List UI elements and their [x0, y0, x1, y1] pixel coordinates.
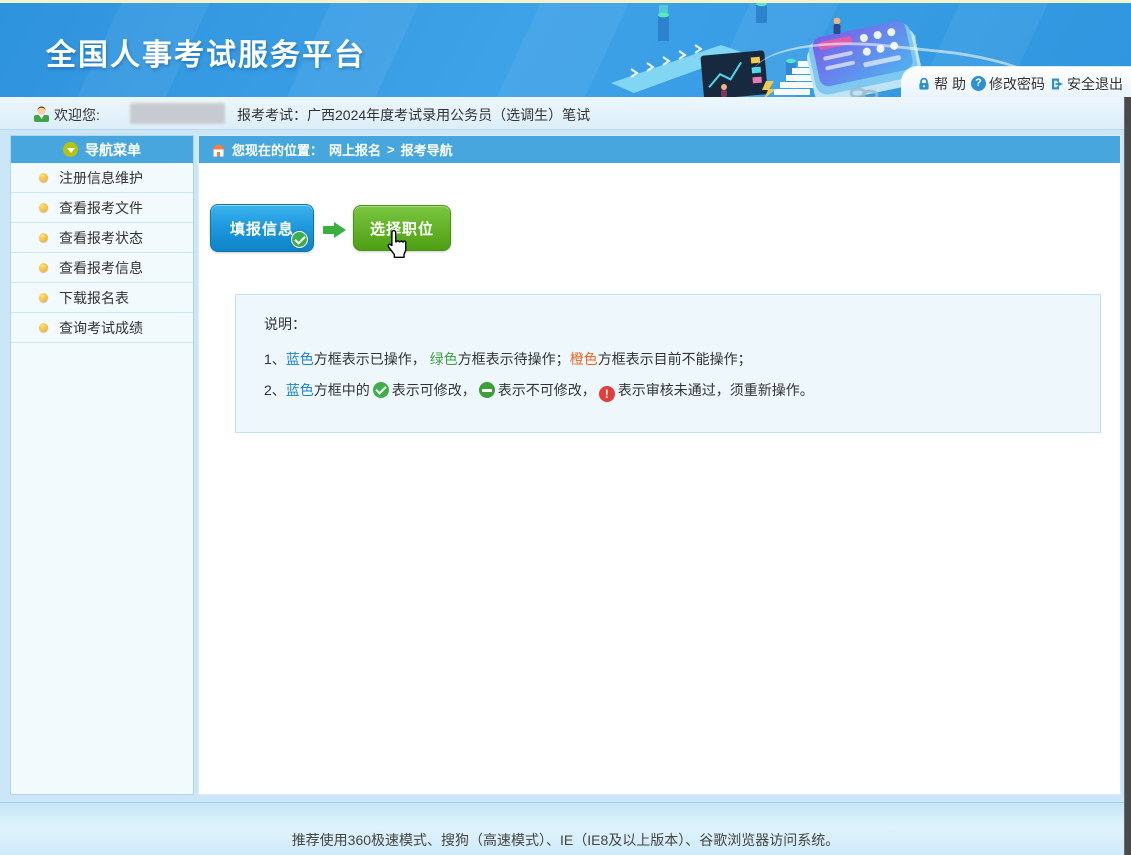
main-panel: 您现在的位置： 网上报名 > 报考导航 填报信息 选择职位 说明： 1、蓝色方框… [198, 135, 1121, 795]
breadcrumb-parent[interactable]: 网上报名 [329, 140, 381, 159]
line1-seg1: 方框表示已操作， [314, 351, 430, 367]
site-header: 全国人事考试服务平台 [0, 3, 1131, 97]
modifiable-check-icon [373, 382, 389, 398]
arrow-right-icon [323, 222, 346, 238]
bullet-icon [39, 233, 48, 242]
instructions-line-2: 2、蓝色方框中的 表示可修改， 表示不可修改， 表示审核未通过，须重新操作。 [264, 380, 1080, 402]
lock-icon [917, 77, 931, 91]
welcome-bar: 欢迎您: 报考考试：广西2024年度考试录用公务员（选调生）笔试 [0, 97, 1131, 130]
exam-name-label: 报考考试：广西2024年度考试录用公务员（选调生）笔试 [237, 105, 590, 125]
sidebar-item-query-score[interactable]: 查询考试成绩 [11, 313, 193, 343]
line2-seg2: 表示可修改， [392, 382, 476, 398]
sidebar-item-register-info[interactable]: 注册信息维护 [11, 163, 193, 193]
sidebar-item-label: 注册信息维护 [59, 168, 143, 188]
bullet-icon [39, 323, 48, 332]
bullet-icon [39, 203, 48, 212]
line1-seg3: 方框表示目前不能操作； [598, 351, 752, 367]
scrollbar-track[interactable] [1124, 97, 1131, 855]
line2-seg4: 表示审核未通过，须重新操作。 [618, 382, 814, 398]
sidebar-item-download-form[interactable]: 下载报名表 [11, 283, 193, 313]
line1-num: 1、 [264, 351, 286, 367]
sidebar-item-label: 查看报考状态 [59, 228, 143, 248]
breadcrumb-prefix: 您现在的位置： [232, 140, 323, 159]
sidebar-item-view-documents[interactable]: 查看报考文件 [11, 193, 193, 223]
user-avatar-icon [33, 105, 50, 122]
logout-label: 安全退出 [1067, 74, 1123, 94]
help-link[interactable]: 帮 助 [917, 74, 966, 94]
breadcrumb-separator: > [387, 142, 395, 157]
collapse-circle-icon [63, 142, 78, 157]
instructions-box: 说明： 1、蓝色方框表示已操作， 绿色方框表示待操作；橙色方框表示目前不能操作；… [235, 294, 1101, 433]
logout-link[interactable]: 安全退出 [1050, 74, 1123, 94]
select-position-button[interactable]: 选择职位 [353, 205, 451, 251]
sidebar-item-label: 查看报考信息 [59, 258, 143, 278]
hand-cursor-icon [384, 229, 410, 261]
sidebar-item-view-info[interactable]: 查看报考信息 [11, 253, 193, 283]
blue-word: 蓝色 [286, 351, 314, 367]
change-password-label: 修改密码 [989, 74, 1045, 94]
bullet-icon [39, 263, 48, 272]
application-flow: 填报信息 选择职位 [210, 204, 451, 252]
blue-word: 蓝色 [286, 382, 314, 398]
home-icon [211, 143, 226, 157]
sidebar-title: 导航菜单 [85, 140, 141, 160]
sidebar-nav-header[interactable]: 导航菜单 [11, 136, 193, 163]
breadcrumb: 您现在的位置： 网上报名 > 报考导航 [199, 136, 1120, 163]
not-modifiable-minus-icon [479, 382, 495, 398]
fill-info-button[interactable]: 填报信息 [210, 204, 314, 252]
username-redacted [130, 103, 225, 124]
page: 全国人事考试服务平台 [0, 0, 1131, 855]
help-label: 帮 助 [934, 74, 966, 94]
page-footer: 推荐使用360极速模式、搜狗（高速模式）、IE（IE8及以上版本）、谷歌浏览器访… [0, 802, 1131, 855]
question-icon [971, 76, 986, 91]
sidebar-item-label: 查看报考文件 [59, 198, 143, 218]
orange-word: 橙色 [570, 351, 598, 367]
line2-seg3: 表示不可修改， [498, 382, 596, 398]
line2-num: 2、 [264, 382, 286, 398]
instructions-line-1: 1、蓝色方框表示已操作， 绿色方框表示待操作；橙色方框表示目前不能操作； [264, 349, 1080, 369]
sidebar-menu: 注册信息维护 查看报考文件 查看报考状态 查看报考信息 下载报名表 查询考试成绩 [11, 163, 193, 343]
welcome-greeting: 欢迎您: [54, 105, 100, 125]
logout-icon [1050, 77, 1064, 91]
line1-seg2: 方框表示待操作； [458, 351, 570, 367]
footer-text: 推荐使用360极速模式、搜狗（高速模式）、IE（IE8及以上版本）、谷歌浏览器访… [292, 832, 840, 848]
breadcrumb-current: 报考导航 [401, 140, 453, 159]
quick-links-tab: 帮 助 修改密码 安全退出 [901, 67, 1131, 97]
page-title: 全国人事考试服务平台 [46, 30, 366, 74]
bullet-icon [39, 173, 48, 182]
check-badge-icon [291, 231, 308, 248]
sidebar: 导航菜单 注册信息维护 查看报考文件 查看报考状态 查看报考信息 下载报名表 [10, 135, 194, 795]
instructions-title: 说明： [264, 314, 1080, 334]
audit-failed-alert-icon [599, 386, 615, 402]
green-word: 绿色 [430, 351, 458, 367]
sidebar-item-label: 下载报名表 [59, 288, 129, 308]
bullet-icon [39, 293, 48, 302]
fill-info-label: 填报信息 [230, 218, 294, 239]
sidebar-item-label: 查询考试成绩 [59, 318, 143, 338]
line2-seg1: 方框中的 [314, 382, 370, 398]
sidebar-item-view-status[interactable]: 查看报考状态 [11, 223, 193, 253]
change-password-link[interactable]: 修改密码 [971, 74, 1045, 94]
